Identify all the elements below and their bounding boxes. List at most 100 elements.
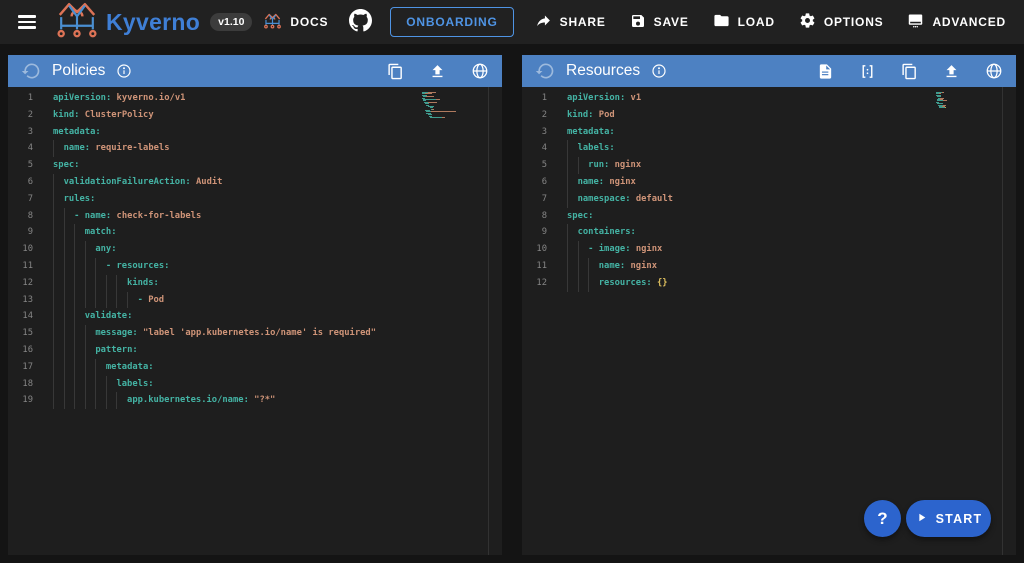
- line-number: 6: [8, 174, 33, 191]
- line-text: match:: [53, 224, 117, 241]
- code-line[interactable]: 4name: require-labels: [8, 140, 502, 157]
- upload-icon[interactable]: [429, 63, 446, 80]
- load-label: LOAD: [738, 15, 775, 29]
- line-text: app.kubernetes.io/name: "?*": [53, 392, 275, 409]
- code-line[interactable]: 3metadata:: [8, 124, 502, 141]
- code-line[interactable]: 11 name: nginx: [522, 258, 1016, 275]
- line-number: 17: [8, 359, 33, 376]
- docs-button[interactable]: DOCS: [252, 5, 339, 40]
- code-line[interactable]: 10- image: nginx: [522, 241, 1016, 258]
- line-text: containers:: [567, 224, 636, 241]
- code-line[interactable]: 12kinds:: [8, 275, 502, 292]
- minimap-line: [422, 117, 472, 118]
- copy-icon[interactable]: [901, 63, 918, 80]
- options-button[interactable]: OPTIONS: [788, 4, 895, 40]
- line-number: 1: [522, 90, 547, 107]
- line-number: 12: [8, 275, 33, 292]
- line-text: any:: [53, 241, 117, 258]
- line-number: 11: [8, 258, 33, 275]
- line-text: - name: check-for-labels: [53, 208, 201, 225]
- line-number: 3: [522, 124, 547, 141]
- start-button[interactable]: START: [906, 500, 991, 537]
- line-number: 9: [522, 224, 547, 241]
- menu-icon[interactable]: [10, 5, 44, 39]
- folder-icon: [713, 12, 730, 32]
- code-line[interactable]: 14validate:: [8, 308, 502, 325]
- code-line[interactable]: 18labels:: [8, 376, 502, 393]
- line-number: 3: [8, 124, 33, 141]
- line-number: 2: [522, 107, 547, 124]
- line-text: apiVersion: kyverno.io/v1: [53, 90, 185, 107]
- resources-code: 1 apiVersion: v12kind: Pod3metadata:4labe…: [522, 90, 1016, 292]
- resources-editor[interactable]: 1 apiVersion: v12kind: Pod3metadata:4labe…: [522, 87, 1016, 555]
- code-line[interactable]: 15message: "label 'app.kubernetes.io/nam…: [8, 325, 502, 342]
- resources-header-actions: [817, 62, 1003, 80]
- policies-editor[interactable]: 1apiVersion: kyverno.io/v12kind: Cluster…: [8, 87, 502, 555]
- code-line[interactable]: 2kind: Pod: [522, 107, 1016, 124]
- resources-minimap[interactable]: [936, 92, 986, 109]
- info-icon[interactable]: [651, 63, 667, 79]
- line-text: resources: {}: [567, 275, 668, 292]
- line-text: spec:: [53, 157, 79, 174]
- code-line[interactable]: 5 spec:: [8, 157, 502, 174]
- globe-icon[interactable]: [471, 62, 489, 80]
- line-number: 13: [8, 292, 33, 309]
- code-line[interactable]: 3metadata:: [522, 124, 1016, 141]
- upload-icon[interactable]: [943, 63, 960, 80]
- policies-panel-header: Policies: [8, 55, 502, 87]
- code-line[interactable]: 17metadata:: [8, 359, 502, 376]
- info-icon[interactable]: [116, 63, 132, 79]
- policies-panel: Policies 1apiVersion: kyverno.io/v12kind…: [8, 55, 502, 555]
- window-icon: [907, 12, 924, 32]
- code-line[interactable]: 7namespace: default: [522, 191, 1016, 208]
- line-text: labels:: [567, 140, 615, 157]
- onboarding-button[interactable]: ONBOARDING: [390, 7, 513, 37]
- code-line[interactable]: 9 match:: [8, 224, 502, 241]
- share-button[interactable]: SHARE: [524, 4, 617, 40]
- topbar-left: Kyverno v1.10: [10, 1, 252, 44]
- copy-icon[interactable]: [387, 63, 404, 80]
- code-line[interactable]: 6validationFailureAction: Audit: [8, 174, 502, 191]
- kyverno-logo-icon: [54, 1, 100, 44]
- line-text: pattern:: [53, 342, 138, 359]
- code-line[interactable]: 8- name: check-for-labels: [8, 208, 502, 225]
- line-number: 15: [8, 325, 33, 342]
- code-line[interactable]: 13- Pod: [8, 292, 502, 309]
- github-button[interactable]: [341, 3, 380, 41]
- globe-icon[interactable]: [985, 62, 1003, 80]
- line-number: 11: [522, 258, 547, 275]
- code-line[interactable]: 8spec:: [522, 208, 1016, 225]
- code-line[interactable]: 6name: nginx: [522, 174, 1016, 191]
- code-line[interactable]: 5run: nginx: [522, 157, 1016, 174]
- line-number: 9: [8, 224, 33, 241]
- code-line[interactable]: 10any:: [8, 241, 502, 258]
- code-line[interactable]: 12resources: {}: [522, 275, 1016, 292]
- line-text: validate:: [53, 308, 132, 325]
- code-line[interactable]: 9 containers:: [522, 224, 1016, 241]
- code-line[interactable]: 16 pattern:: [8, 342, 502, 359]
- code-line[interactable]: 11- resources:: [8, 258, 502, 275]
- code-line[interactable]: 4labels:: [522, 140, 1016, 157]
- resources-panel: Resources: [522, 55, 1016, 555]
- brackets-icon[interactable]: [859, 63, 876, 80]
- overview-ruler: [488, 87, 489, 555]
- line-number: 5: [8, 157, 33, 174]
- save-icon: [630, 13, 646, 32]
- overview-ruler: [1002, 87, 1003, 555]
- line-text: labels:: [53, 376, 154, 393]
- policies-minimap[interactable]: [422, 92, 472, 118]
- line-number: 16: [8, 342, 33, 359]
- help-button[interactable]: ?: [864, 500, 901, 537]
- code-line[interactable]: 19app.kubernetes.io/name: "?*": [8, 392, 502, 409]
- load-button[interactable]: LOAD: [702, 4, 786, 40]
- history-reset-icon[interactable]: [21, 61, 41, 81]
- document-icon[interactable]: [817, 63, 834, 80]
- advanced-button[interactable]: ADVANCED: [896, 4, 1017, 40]
- save-button[interactable]: SAVE: [619, 5, 700, 40]
- line-text: name: nginx: [567, 258, 657, 275]
- line-text: apiVersion: v1: [567, 90, 641, 107]
- line-text: rules:: [53, 191, 95, 208]
- code-line[interactable]: 7rules:: [8, 191, 502, 208]
- line-number: 5: [522, 157, 547, 174]
- history-reset-icon[interactable]: [535, 61, 555, 81]
